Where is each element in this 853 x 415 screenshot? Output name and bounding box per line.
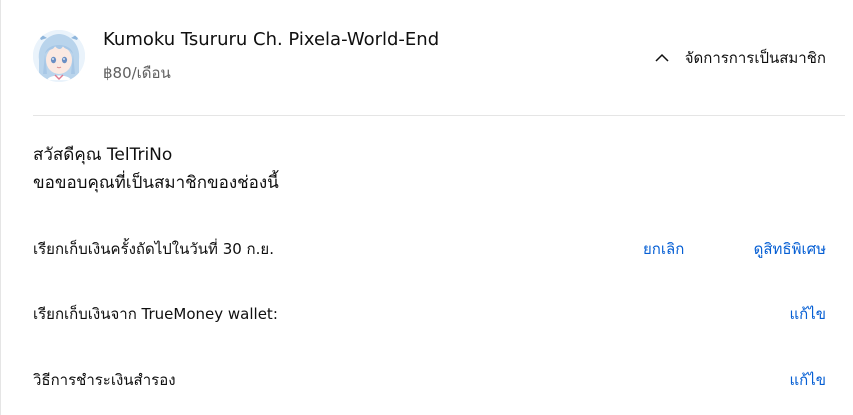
channel-name: Kumoku Tsururu Ch. Pixela-World-End: [103, 29, 440, 50]
edit-backup-payment-link[interactable]: แก้ไข: [789, 368, 826, 392]
cancel-membership-link[interactable]: ยกเลิก: [643, 237, 684, 261]
greeting-thanks: ขอขอบคุณที่เป็นสมาชิกของช่องนี้: [33, 173, 279, 193]
membership-price: ฿80/เดือน: [103, 64, 171, 82]
greeting-title: สวัสดีคุณ TelTriNo: [33, 145, 173, 165]
section-divider: [33, 115, 845, 116]
manage-membership-label: จัดการการเป็นสมาชิก: [684, 49, 826, 67]
channel-avatar[interactable]: [33, 30, 85, 82]
next-billing-text: เรียกเก็บเงินครั้งถัดไปในวันที่ 30 ก.ย.: [33, 240, 274, 258]
manage-membership-button[interactable]: จัดการการเป็นสมาชิก: [653, 44, 826, 72]
edit-payment-link[interactable]: แก้ไข: [789, 302, 826, 326]
backup-payment-text: วิธีการชำระเงินสำรอง: [33, 371, 176, 389]
payment-source-text: เรียกเก็บเงินจาก TrueMoney wallet:: [33, 305, 278, 323]
chevron-up-icon: [655, 53, 669, 62]
membership-header: Kumoku Tsururu Ch. Pixela-World-End ฿80/…: [0, 0, 853, 116]
view-perks-link[interactable]: ดูสิทธิพิเศษ: [754, 237, 826, 261]
avatar-illustration: [33, 30, 85, 82]
